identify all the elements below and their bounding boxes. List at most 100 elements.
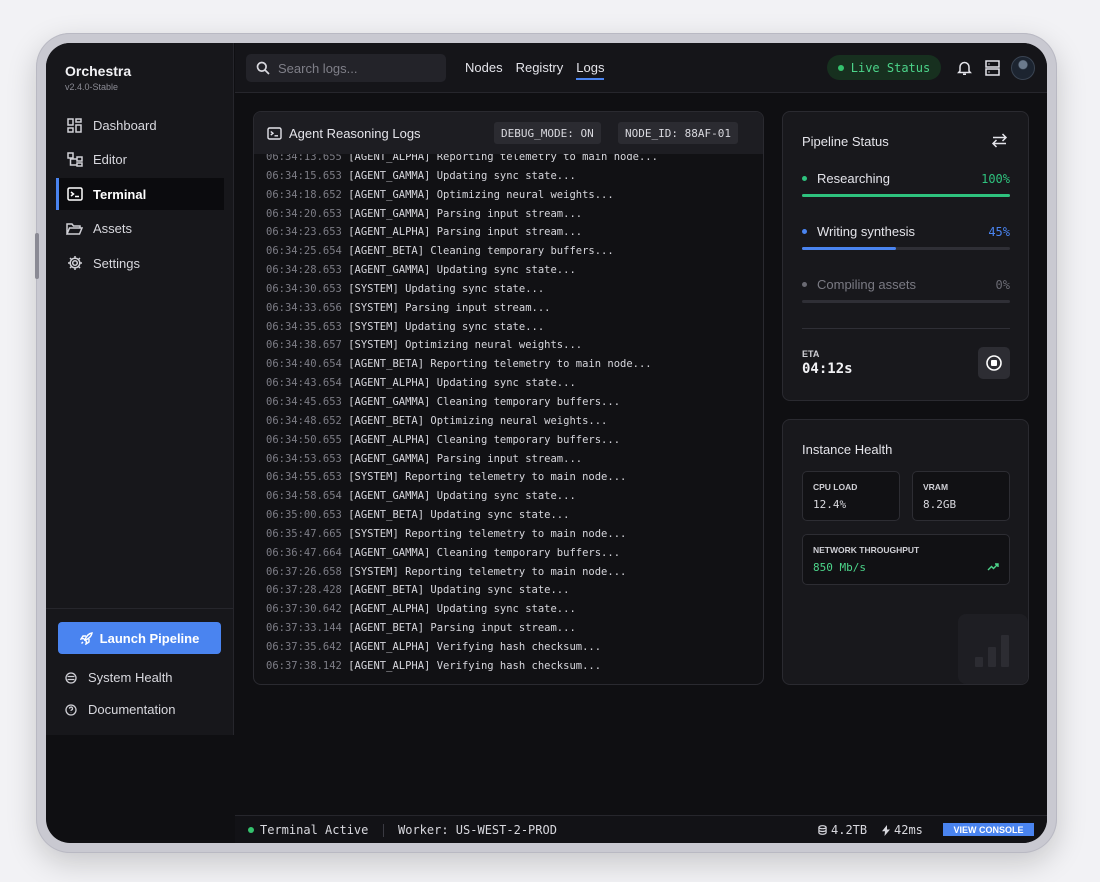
latency-stat: 42ms xyxy=(882,823,923,837)
view-console-button[interactable]: VIEW CONSOLE xyxy=(943,823,1034,836)
log-line: 06:37:35.642 [AGENT_ALPHA] Verifying has… xyxy=(266,638,763,657)
vram-label: VRAM xyxy=(923,482,949,492)
log-timestamp: 06:35:47.665 xyxy=(266,527,342,540)
status-dot xyxy=(837,64,844,71)
system-health-label: System Health xyxy=(88,670,173,685)
search-box[interactable] xyxy=(246,54,446,82)
log-message: [AGENT_GAMMA] Cleaning temporary buffers… xyxy=(348,546,621,559)
sidebar-item-editor[interactable]: Editor xyxy=(56,144,224,176)
log-line: 06:34:15.653 [AGENT_GAMMA] Updating sync… xyxy=(266,167,763,186)
storage-stat: 4.2TB xyxy=(818,823,867,837)
sidebar-item-settings[interactable]: Settings xyxy=(56,247,224,279)
launch-pipeline-button[interactable]: Launch Pipeline xyxy=(58,622,221,654)
log-line: 06:34:50.655 [AGENT_ALPHA] Cleaning temp… xyxy=(266,431,763,450)
log-timestamp: 06:34:58.654 xyxy=(266,490,342,503)
tab-nodes[interactable]: Nodes xyxy=(465,60,503,75)
sidebar-nav: Dashboard Editor Terminal Assets Setting… xyxy=(56,109,224,282)
log-line: 06:34:33.656 [SYSTEM] Parsing input stre… xyxy=(266,299,763,318)
log-line: 06:37:30.642 [AGENT_ALPHA] Updating sync… xyxy=(266,600,763,619)
divider xyxy=(802,328,1010,329)
log-line: 06:34:55.653 [SYSTEM] Reporting telemetr… xyxy=(266,468,763,487)
log-timestamp: 06:36:47.664 xyxy=(266,546,342,559)
cpu-load-label: CPU LOAD xyxy=(813,482,858,492)
log-timestamp: 06:34:35.653 xyxy=(266,320,342,333)
log-timestamp: 06:37:26.658 xyxy=(266,565,342,578)
log-message: [AGENT_BETA] Optimizing neural weights..… xyxy=(348,414,608,427)
log-line: 06:34:25.654 [AGENT_BETA] Cleaning tempo… xyxy=(266,242,763,261)
live-status-badge[interactable]: Live Status xyxy=(827,55,941,80)
sidebar-item-terminal[interactable]: Terminal xyxy=(56,178,224,210)
log-line: 06:37:26.658 [SYSTEM] Reporting telemetr… xyxy=(266,563,763,582)
log-message: [AGENT_ALPHA] Updating sync state... xyxy=(348,603,576,616)
folder-icon xyxy=(66,220,83,237)
documentation-link[interactable]: Documentation xyxy=(64,702,175,717)
pipeline-status-title: Pipeline Status xyxy=(802,134,889,149)
log-message: [SYSTEM] Updating sync state... xyxy=(348,282,545,295)
log-message: [AGENT_BETA] Cleaning temporary buffers.… xyxy=(348,245,614,258)
documentation-label: Documentation xyxy=(88,702,176,717)
swap-icon[interactable] xyxy=(991,133,1008,148)
terminal-status: Terminal Active xyxy=(248,823,368,837)
bolt-icon xyxy=(882,824,890,836)
tab-registry[interactable]: Registry xyxy=(516,60,564,75)
log-timestamp: 06:37:28.428 xyxy=(266,584,342,597)
log-message: [SYSTEM] Updating sync state... xyxy=(348,320,545,333)
log-message: [AGENT_ALPHA] Updating sync state... xyxy=(348,377,576,390)
tab-logs[interactable]: Logs xyxy=(576,60,605,80)
sidebar-item-assets[interactable]: Assets xyxy=(56,213,224,245)
log-message: [AGENT_GAMMA] Parsing input stream... xyxy=(348,452,583,465)
app-version: v2.4.0-Stable xyxy=(65,82,119,92)
vram-value: 8.2GB xyxy=(923,498,957,511)
log-message: [SYSTEM] Parsing input stream... xyxy=(348,301,551,314)
log-message: [AGENT_GAMMA] Updating sync state... xyxy=(348,264,576,277)
log-message: [AGENT_GAMMA] Updating sync state... xyxy=(348,490,576,503)
tablet-frame: Orchestra v2.4.0-Stable Dashboard Editor xyxy=(35,33,1057,853)
log-timestamp: 06:37:33.144 xyxy=(266,622,342,635)
stage-progress-bar xyxy=(802,300,1010,303)
sidebar-item-label: Assets xyxy=(93,221,133,236)
log-line: 06:34:18.652 [AGENT_GAMMA] Optimizing ne… xyxy=(266,186,763,205)
log-line: 06:35:00.653 [AGENT_BETA] Updating sync … xyxy=(266,506,763,525)
log-timestamp: 06:34:50.655 xyxy=(266,433,342,446)
top-nav: Nodes Registry Logs xyxy=(465,60,605,80)
stage-percent: 45% xyxy=(988,224,1010,239)
system-health-link[interactable]: System Health xyxy=(64,670,173,685)
log-message: [AGENT_GAMMA] Parsing input stream... xyxy=(348,207,583,220)
debug-mode-badge: DEBUG_MODE: ON xyxy=(494,122,601,144)
trending-up-icon xyxy=(987,562,999,571)
help-icon xyxy=(64,703,78,717)
sidebar-item-label: Terminal xyxy=(93,186,147,202)
gear-icon xyxy=(66,255,83,272)
stop-icon xyxy=(986,355,1002,371)
stage-progress-bar xyxy=(802,247,1010,250)
log-line: 06:34:28.653 [AGENT_GAMMA] Updating sync… xyxy=(266,261,763,280)
stop-button[interactable] xyxy=(978,347,1010,379)
editor-icon xyxy=(66,151,83,168)
bell-icon[interactable] xyxy=(955,59,973,77)
cpu-load-value: 12.4% xyxy=(813,498,847,511)
log-line: 06:34:53.653 [AGENT_GAMMA] Parsing input… xyxy=(266,450,763,469)
pipeline-stage: Writing synthesis 45% xyxy=(802,224,1010,250)
log-message: [SYSTEM] Reporting telemetry to main nod… xyxy=(348,527,627,540)
log-timestamp: 06:34:25.654 xyxy=(266,245,342,258)
log-timestamp: 06:37:30.642 xyxy=(266,603,342,616)
server-icon[interactable] xyxy=(983,59,1001,77)
log-timestamp: 06:35:00.653 xyxy=(266,509,342,522)
log-line: 06:35:47.665 [SYSTEM] Reporting telemetr… xyxy=(266,525,763,544)
sidebar-item-dashboard[interactable]: Dashboard xyxy=(56,109,224,141)
sidebar-divider xyxy=(46,608,234,609)
log-line: 06:34:43.654 [AGENT_ALPHA] Updating sync… xyxy=(266,374,763,393)
stage-name: Researching xyxy=(817,171,890,186)
footer-separator xyxy=(383,824,384,837)
log-list[interactable]: 06:34:13.655 [AGENT_ALPHA] Reporting tel… xyxy=(254,148,763,676)
avatar[interactable] xyxy=(1011,56,1035,80)
database-icon xyxy=(64,671,78,685)
log-line: 06:34:30.653 [SYSTEM] Updating sync stat… xyxy=(266,280,763,299)
eta-value: 04:12s xyxy=(802,361,853,377)
log-timestamp: 06:37:38.142 xyxy=(266,659,342,672)
log-message: [AGENT_ALPHA] Parsing input stream... xyxy=(348,226,583,239)
search-input[interactable] xyxy=(278,60,438,76)
rocket-icon xyxy=(79,631,93,645)
log-line: 06:34:23.653 [AGENT_ALPHA] Parsing input… xyxy=(266,223,763,242)
log-timestamp: 06:34:43.654 xyxy=(266,377,342,390)
